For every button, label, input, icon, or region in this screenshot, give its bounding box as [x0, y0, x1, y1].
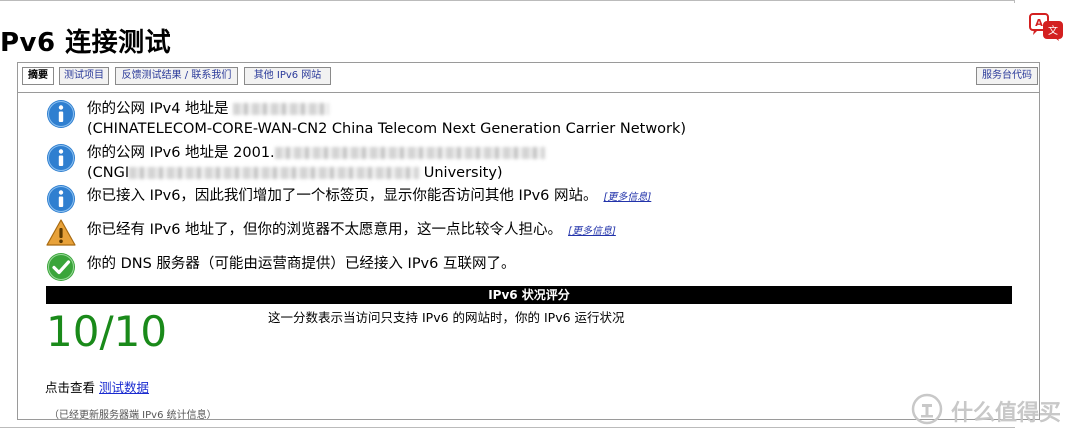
tab-summary[interactable]: 摘要 — [22, 67, 54, 85]
info-icon — [46, 99, 76, 129]
more-info-link[interactable]: [更多信息] — [568, 226, 616, 237]
tab-bar: 摘要 测试项目 反馈测试结果 / 联系我们 其他 IPv6 网站 服务台代码 — [18, 63, 1039, 93]
test-data-prefix: 点击查看 — [45, 380, 96, 395]
tab-helpdesk-code[interactable]: 服务台代码 — [976, 67, 1038, 85]
browser-warning-text: 你已经有 IPv6 地址了，但你的浏览器不太愿意用，这一点比较令人担心。 — [87, 222, 563, 238]
test-data-line: 点击查看 测试数据 — [45, 377, 149, 396]
main-panel: 摘要 测试项目 反馈测试结果 / 联系我们 其他 IPv6 网站 服务台代码 你… — [17, 62, 1040, 421]
score-value: 10/10 — [46, 307, 168, 356]
tab-tests[interactable]: 测试项目 — [59, 67, 109, 85]
warning-icon — [46, 218, 76, 248]
footnote: （已经更新服务器端 IPv6 统计信息） — [49, 410, 217, 421]
svg-text:A: A — [1035, 18, 1043, 29]
ipv6-label: 你的公网 IPv6 地址是 2001. — [87, 145, 275, 161]
translate-icon[interactable]: A 文 — [1028, 12, 1066, 42]
more-info-link[interactable]: [更多信息] — [603, 192, 651, 203]
page-title: Pv6 连接测试 — [0, 28, 172, 58]
tab-added-text: 你已接入 IPv6，因此我们增加了一个标签页，显示你能否访问其他 IPv6 网站… — [87, 188, 598, 204]
score-header: IPv6 状况评分 — [46, 286, 1012, 304]
watermark-text: 什么值得买 — [951, 401, 1062, 426]
svg-text:文: 文 — [1048, 24, 1058, 37]
checkmark-icon — [46, 252, 76, 282]
ipv4-network: (CHINATELECOM-CORE-WAN-CN2 China Telecom… — [87, 121, 687, 137]
ipv6-network-prefix: (CNGI — [87, 165, 130, 181]
tab-other-ipv6-sites[interactable]: 其他 IPv6 网站 — [244, 67, 331, 85]
redacted-ipv6 — [274, 147, 545, 159]
score-description: 这一分数表示当访问只支持 IPv6 的网站时，你的 IPv6 运行状况 — [268, 310, 625, 325]
info-icon — [46, 184, 76, 214]
redacted-ipv6-network — [129, 167, 420, 179]
ipv4-label: 你的公网 IPv4 地址是 — [87, 101, 229, 117]
watermark-logo-icon — [911, 393, 943, 425]
info-icon — [46, 143, 76, 173]
test-data-link[interactable]: 测试数据 — [99, 380, 149, 395]
dns-ok-text: 你的 DNS 服务器（可能由运营商提供）已经接入 IPv6 互联网了。 — [87, 256, 516, 272]
bottom-rule — [0, 427, 1015, 428]
redacted-ipv4 — [233, 103, 330, 115]
top-rule — [0, 0, 1015, 3]
ipv6-network-suffix: University) — [423, 165, 503, 181]
tab-feedback-contact[interactable]: 反馈测试结果 / 联系我们 — [115, 67, 238, 85]
